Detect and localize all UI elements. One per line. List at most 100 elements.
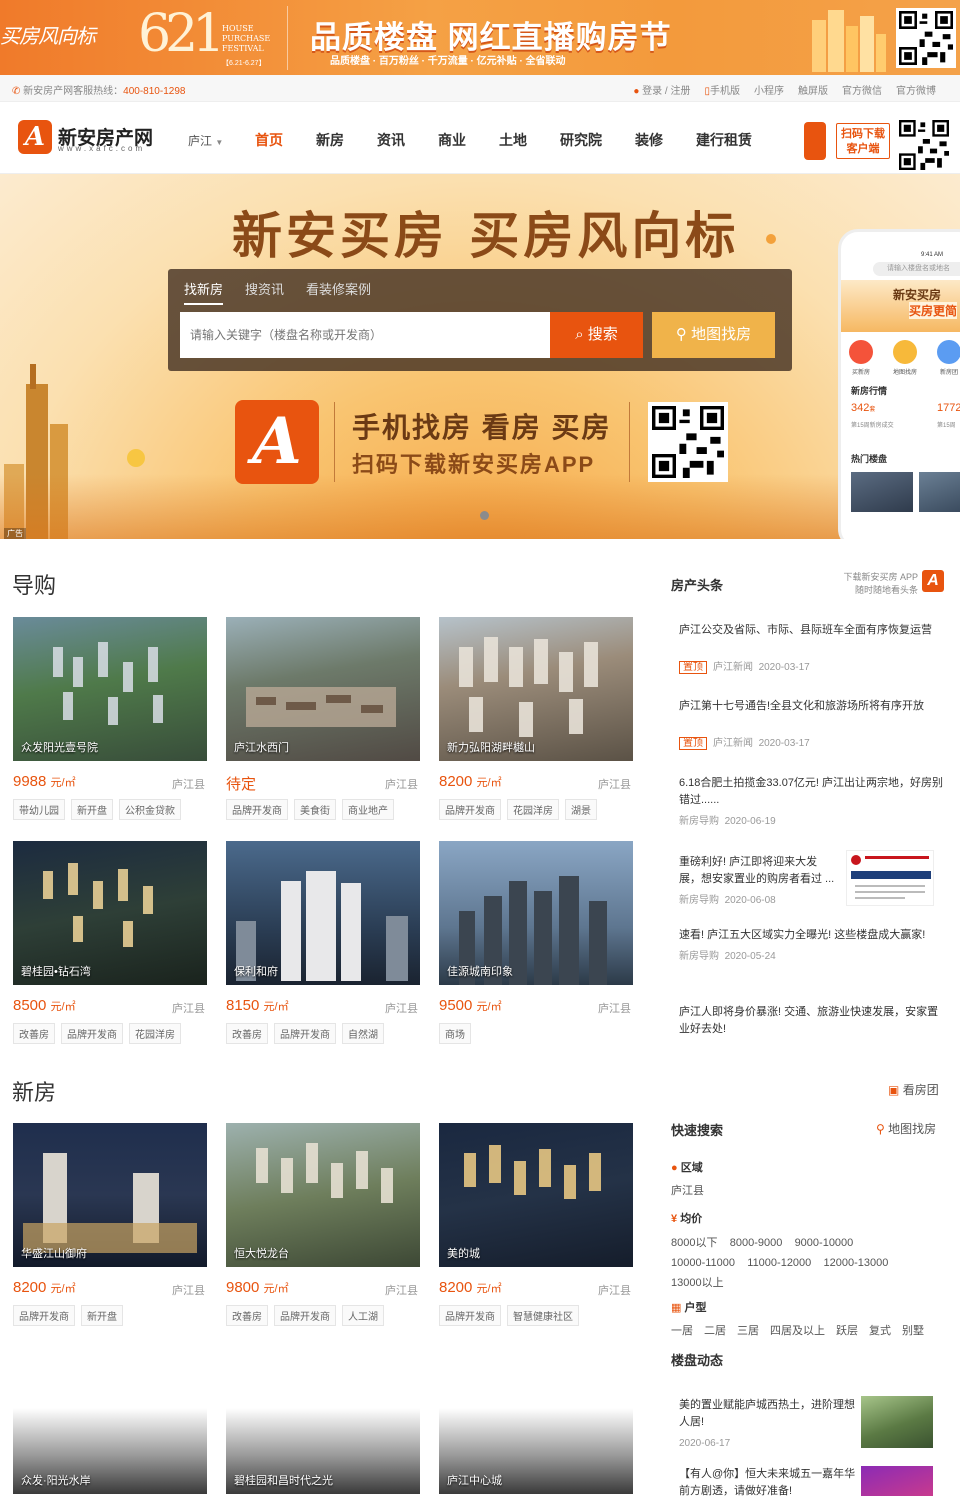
nav-news[interactable]: 资讯 bbox=[377, 130, 405, 150]
app-promo-text2: 随时随地看头条 bbox=[854, 585, 918, 595]
headline-thumbnail[interactable] bbox=[846, 850, 934, 906]
headlines-app-promo[interactable]: 下载新安买房 APP 随时随地看头条 A bbox=[820, 570, 944, 596]
weibo-link[interactable]: 官方微博 bbox=[896, 82, 936, 97]
dynamics-item-title[interactable]: 【有人@你】恒大未来城五一嘉年华前方剧透，请做好准备! bbox=[679, 1466, 857, 1500]
property-card[interactable]: 庐江中心城 bbox=[439, 1408, 633, 1494]
property-image[interactable]: 华盛江山御府 bbox=[13, 1123, 207, 1267]
property-name: 保利和府 bbox=[234, 966, 278, 978]
phone-banner-text1: 新安买房 bbox=[893, 288, 942, 302]
dynamics-thumbnail[interactable] bbox=[861, 1396, 933, 1448]
property-price: 待定 bbox=[226, 776, 257, 793]
headline-item[interactable]: 速看! 庐江五大区域实力全曝光! 这些楼盘成大赢家! 新房导购 2020-05-… bbox=[679, 927, 949, 965]
property-image[interactable]: 恒大悦龙台 bbox=[226, 1123, 420, 1267]
headline-item[interactable]: 庐江公交及省际、市际、县际班车全面有序恢复运营 置顶 庐江新闻 2020-03-1… bbox=[679, 622, 949, 676]
phone-icon-tour: 新房团 bbox=[937, 340, 960, 376]
property-card[interactable]: 保利和府 8150 元/㎡ 庐江县 改善房 品牌开发商 自然湖 bbox=[226, 841, 420, 1044]
dynamics-item-title[interactable]: 美的置业赋能庐城西热土，进阶理想人居! bbox=[679, 1397, 857, 1431]
headline-title[interactable]: 重磅利好! 庐江即将迎来大发展，想安家置业的购房者看过 ... bbox=[679, 854, 839, 888]
phone-hot-img1 bbox=[851, 472, 913, 512]
dynamics-item[interactable]: 美的置业赋能庐城西热土，进阶理想人居! 2020-06-17 bbox=[679, 1397, 857, 1452]
property-card[interactable]: 众发·阳光水岸 bbox=[13, 1408, 207, 1494]
nav-commercial[interactable]: 商业 bbox=[438, 130, 466, 150]
property-card[interactable]: 美的城 8200 元/㎡ 庐江县 品牌开发商 智慧健康社区 bbox=[439, 1123, 633, 1326]
property-image[interactable]: 碧桂园•钻石湾 bbox=[13, 841, 207, 985]
property-image[interactable]: 碧桂园和昌时代之光 bbox=[226, 1408, 420, 1494]
price-option[interactable]: 12000-13000 bbox=[824, 1257, 889, 1269]
headline-title[interactable]: 庐江第十七号通告!全县文化和旅游场所将有序开放 bbox=[679, 698, 949, 715]
nav-home[interactable]: 首页 bbox=[255, 130, 283, 150]
property-price: 8150 元/㎡ bbox=[226, 997, 289, 1014]
site-logo-icon[interactable]: A bbox=[18, 120, 52, 154]
mobile-link[interactable]: ▯手机版 bbox=[704, 82, 740, 97]
property-image[interactable]: 众发·阳光水岸 bbox=[13, 1408, 207, 1494]
property-image[interactable]: 保利和府 bbox=[226, 841, 420, 985]
price-option[interactable]: 10000-11000 bbox=[671, 1257, 735, 1269]
price-option[interactable]: 11000-12000 bbox=[747, 1257, 811, 1269]
search-button[interactable]: ⌕ 搜索 bbox=[550, 312, 643, 358]
property-card[interactable]: 新力弘阳湖畔樾山 8200 元/㎡ 庐江县 品牌开发商 花园洋房 湖景 bbox=[439, 617, 633, 820]
dynamics-title: 楼盘动态 bbox=[671, 1353, 724, 1368]
layout-option[interactable]: 二居 bbox=[704, 1322, 726, 1338]
price-option[interactable]: 13000以上 bbox=[671, 1277, 724, 1289]
dynamics-thumbnail[interactable] bbox=[861, 1466, 933, 1496]
layout-option[interactable]: 四居及以上 bbox=[770, 1322, 825, 1338]
app-download[interactable]: 扫码下载 客户端 bbox=[800, 120, 892, 160]
price-option[interactable]: 9000-10000 bbox=[795, 1237, 854, 1249]
price-option[interactable]: 8000以下 bbox=[671, 1237, 717, 1249]
app-promo-line2: 扫码下载新安买房APP bbox=[352, 452, 596, 477]
headline-title[interactable]: 速看! 庐江五大区域实力全曝光! 这些楼盘成大赢家! bbox=[679, 927, 949, 944]
tab-find-house[interactable]: 找新房 bbox=[184, 279, 224, 305]
headline-title[interactable]: 庐江公交及省际、市际、县际班车全面有序恢复运营 bbox=[679, 622, 949, 639]
property-card[interactable]: 恒大悦龙台 9800 元/㎡ 庐江县 改善房 品牌开发商 人工湖 bbox=[226, 1123, 420, 1326]
nav-research[interactable]: 研究院 bbox=[560, 130, 602, 150]
headline-title[interactable]: 庐江人即将身价暴涨! 交通、旅游业快速发展，安家置业好去处! bbox=[679, 1004, 949, 1038]
region-option[interactable]: 庐江县 bbox=[671, 1182, 704, 1198]
layout-option[interactable]: 跃层 bbox=[836, 1322, 858, 1338]
top-ad-banner[interactable]: 买房风向标 621 HOUSE PURCHASE FESTIVAL 【6.21-… bbox=[0, 0, 960, 75]
touch-link[interactable]: 触屏版 bbox=[798, 82, 828, 97]
layout-option[interactable]: 复式 bbox=[869, 1322, 891, 1338]
location-icon: ● bbox=[671, 1162, 678, 1174]
nav-decoration[interactable]: 装修 bbox=[635, 130, 663, 150]
city-selector[interactable]: 庐江 ▼ bbox=[188, 132, 223, 149]
tab-search-news[interactable]: 搜资讯 bbox=[245, 279, 284, 305]
tab-decoration-cases[interactable]: 看装修案例 bbox=[306, 279, 371, 305]
nav-rental[interactable]: 建行租赁 bbox=[696, 130, 752, 150]
property-image[interactable]: 众发阳光壹号院 bbox=[13, 617, 207, 761]
property-card[interactable]: 华盛江山御府 8200 元/㎡ 庐江县 品牌开发商 新开盘 bbox=[13, 1123, 207, 1326]
property-image[interactable]: 庐江水西门 bbox=[226, 617, 420, 761]
tag: 公积金贷款 bbox=[119, 799, 181, 820]
wechat-link[interactable]: 官方微信 bbox=[842, 82, 882, 97]
dynamics-item[interactable]: 【有人@你】恒大未来城五一嘉年华前方剧透，请做好准备! bbox=[679, 1466, 857, 1500]
property-image[interactable]: 美的城 bbox=[439, 1123, 633, 1267]
headline-item[interactable]: 重磅利好! 庐江即将迎来大发展，想安家置业的购房者看过 ... 新房导购 202… bbox=[679, 854, 839, 909]
map-search-button[interactable]: ⚲ 地图找房 bbox=[652, 312, 775, 358]
miniprogram-link[interactable]: 小程序 bbox=[754, 82, 784, 97]
property-card[interactable]: 众发阳光壹号院 9988 元/㎡ 庐江县 带幼儿园 新开盘 公积金贷款 bbox=[13, 617, 207, 820]
property-card[interactable]: 佳源城南印象 9500 元/㎡ 庐江县 商场 bbox=[439, 841, 633, 1044]
property-image[interactable]: 佳源城南印象 bbox=[439, 841, 633, 985]
nav-land[interactable]: 土地 bbox=[499, 130, 527, 150]
layout-option[interactable]: 别墅 bbox=[902, 1322, 924, 1338]
house-tour-link[interactable]: ▣ 看房团 bbox=[888, 1081, 939, 1098]
app-promo-line1: 手机找房 看房 买房 bbox=[352, 412, 612, 443]
property-card[interactable]: 庐江水西门 待定 庐江县 品牌开发商 美食街 商业地产 bbox=[226, 617, 420, 820]
nav-newhouse[interactable]: 新房 bbox=[316, 130, 344, 150]
headline-item[interactable]: 庐江第十七号通告!全县文化和旅游场所将有序开放 置顶 庐江新闻 2020-03-1… bbox=[679, 698, 949, 752]
property-card[interactable]: 碧桂园和昌时代之光 bbox=[226, 1408, 420, 1494]
headlines-title: 房产头条 bbox=[671, 578, 724, 593]
headline-item[interactable]: 庐江人即将身价暴涨! 交通、旅游业快速发展，安家置业好去处! bbox=[679, 1004, 949, 1038]
property-price: 8500 元/㎡ bbox=[13, 997, 76, 1014]
quick-map-link[interactable]: ⚲ 地图找房 bbox=[876, 1120, 936, 1137]
login-link[interactable]: ● 登录 / 注册 bbox=[633, 82, 690, 97]
property-image[interactable]: 庐江中心城 bbox=[439, 1408, 633, 1494]
headline-title[interactable]: 6.18合肥土拍揽金33.07亿元! 庐江出让两宗地，好房别错过...... bbox=[679, 775, 949, 809]
layout-option[interactable]: 三居 bbox=[737, 1322, 759, 1338]
price-option[interactable]: 8000-9000 bbox=[730, 1237, 783, 1249]
search-input[interactable] bbox=[180, 312, 550, 358]
layout-option[interactable]: 一居 bbox=[671, 1322, 693, 1338]
headline-item[interactable]: 6.18合肥土拍揽金33.07亿元! 庐江出让两宗地，好房别错过...... 新… bbox=[679, 775, 949, 830]
carousel-dot[interactable] bbox=[480, 511, 489, 520]
property-image[interactable]: 新力弘阳湖畔樾山 bbox=[439, 617, 633, 761]
property-card[interactable]: 碧桂园•钻石湾 8500 元/㎡ 庐江县 改善房 品牌开发商 花园洋房 bbox=[13, 841, 207, 1044]
